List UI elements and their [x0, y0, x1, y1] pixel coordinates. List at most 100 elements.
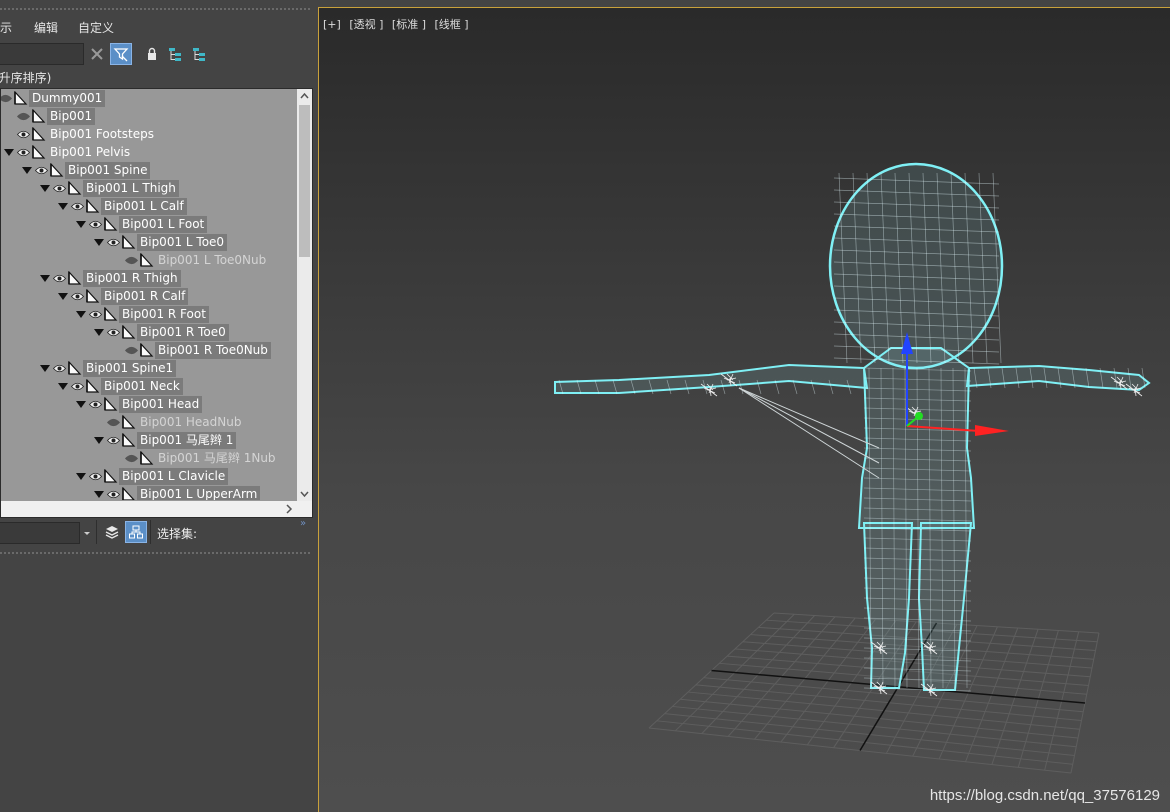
eye-icon[interactable] — [107, 435, 120, 446]
expand-toggle-icon[interactable] — [76, 401, 86, 408]
tree-node-label[interactable]: Bip001 L Toe0 — [137, 234, 228, 251]
vertical-scroll-thumb[interactable] — [299, 105, 310, 257]
lock-button[interactable] — [141, 43, 163, 65]
eye-icon[interactable] — [89, 471, 102, 482]
tree-row[interactable]: Bip001 Head — [1, 396, 297, 414]
filter-button[interactable] — [110, 43, 132, 65]
tree-row[interactable]: Bip001 HeadNub — [1, 414, 297, 432]
tree-node-label[interactable]: Bip001 马尾辫 1Nub — [155, 450, 279, 467]
horizontal-scrollbar[interactable] — [1, 501, 312, 517]
expand-toggle-icon[interactable] — [94, 437, 104, 444]
tree-row[interactable]: Dummy001 — [1, 90, 297, 108]
tree-node-label[interactable]: Bip001 L Calf — [101, 198, 187, 215]
expand-toggle-icon[interactable] — [40, 185, 50, 192]
tree-row[interactable]: Bip001 R Thigh — [1, 270, 297, 288]
expand-toggle-icon[interactable] — [94, 239, 104, 246]
tree-row[interactable]: Bip001 马尾辫 1 — [1, 432, 297, 450]
eye-hidden-icon[interactable] — [107, 417, 120, 428]
expand-toggle-icon[interactable] — [58, 293, 68, 300]
eye-icon[interactable] — [35, 165, 48, 176]
tree-row[interactable]: Bip001 Footsteps — [1, 126, 297, 144]
tree-node-label[interactable]: Bip001 L Clavicle — [119, 468, 229, 485]
gizmo-x-arrow[interactable] — [975, 425, 1009, 436]
eye-hidden-icon[interactable] — [1, 93, 12, 104]
tree-node-label[interactable]: Dummy001 — [29, 90, 106, 107]
tree-row[interactable]: Bip001 L Thigh — [1, 180, 297, 198]
eye-icon[interactable] — [53, 363, 66, 374]
expand-toggle-icon[interactable] — [22, 167, 32, 174]
tree-node-label[interactable]: Bip001 R Calf — [101, 288, 189, 305]
expand-toggle-icon[interactable] — [76, 221, 86, 228]
tree-node-label[interactable]: Bip001 Spine1 — [83, 360, 177, 377]
eye-icon[interactable] — [53, 273, 66, 284]
tree-node-label[interactable]: Bip001 Pelvis — [47, 144, 133, 161]
clear-search-button[interactable] — [86, 43, 108, 65]
tree-node-label[interactable]: Bip001 Neck — [101, 378, 183, 395]
tree-row[interactable]: Bip001 L UpperArm — [1, 486, 297, 500]
eye-icon[interactable] — [107, 489, 120, 500]
tree-row[interactable]: Bip001 R Foot — [1, 306, 297, 324]
tree-node-label[interactable]: Bip001 L Foot — [119, 216, 208, 233]
layers-button[interactable] — [101, 521, 123, 543]
eye-hidden-icon[interactable] — [125, 453, 138, 464]
expand-toggle-icon[interactable] — [40, 275, 50, 282]
tree-node-label[interactable]: Bip001 Footsteps — [47, 126, 157, 143]
menu-edit[interactable]: 编辑 — [34, 18, 58, 38]
tree-row[interactable]: Bip001 Spine — [1, 162, 297, 180]
sort-column-header[interactable]: (升序排序) — [0, 70, 57, 86]
eye-icon[interactable] — [53, 183, 66, 194]
menu-customize[interactable]: 自定义 — [78, 18, 114, 38]
eye-icon[interactable] — [17, 147, 30, 158]
tree-row[interactable]: Bip001 — [1, 108, 297, 126]
tree-row[interactable]: Bip001 Neck — [1, 378, 297, 396]
perspective-viewport[interactable]: [+] [透视 ] [标准 ] [线框 ] https://blog.csdn.… — [318, 7, 1170, 812]
tree-node-label[interactable]: Bip001 马尾辫 1 — [137, 432, 237, 449]
expand-toggle-icon[interactable] — [76, 311, 86, 318]
tree-node-label[interactable]: Bip001 L UpperArm — [137, 486, 261, 500]
tree-row[interactable]: Bip001 L Clavicle — [1, 468, 297, 486]
expand-toggle-icon[interactable] — [76, 473, 86, 480]
eye-hidden-icon[interactable] — [17, 111, 30, 122]
menu-display[interactable]: 显示 — [0, 18, 12, 38]
tree-row[interactable]: Bip001 R Toe0Nub — [1, 342, 297, 360]
tree-node-label[interactable]: Bip001 Spine — [65, 162, 151, 179]
tree-node-label[interactable]: Bip001 R Foot — [119, 306, 209, 323]
expand-toggle-icon[interactable] — [40, 365, 50, 372]
tree-row[interactable]: Bip001 Spine1 — [1, 360, 297, 378]
tree-node-label[interactable]: Bip001 R Thigh — [83, 270, 181, 287]
eye-hidden-icon[interactable] — [125, 345, 138, 356]
eye-icon[interactable] — [17, 129, 30, 140]
tree-node-label[interactable]: Bip001 L Thigh — [83, 180, 179, 197]
eye-icon[interactable] — [71, 201, 84, 212]
tree-node-label[interactable]: Bip001 L Toe0Nub — [155, 252, 269, 269]
vertical-scrollbar[interactable] — [297, 89, 312, 501]
expand-toggle-icon[interactable] — [58, 203, 68, 210]
eye-icon[interactable] — [89, 309, 102, 320]
hierarchy-expand-button[interactable] — [188, 43, 210, 65]
eye-icon[interactable] — [71, 381, 84, 392]
eye-icon[interactable] — [89, 219, 102, 230]
character-wireframe[interactable] — [554, 162, 1151, 697]
hierarchy-mode-button[interactable] — [125, 521, 147, 543]
eye-icon[interactable] — [89, 399, 102, 410]
expand-toggle-icon[interactable] — [4, 149, 14, 156]
expand-toggle-icon[interactable] — [94, 491, 104, 498]
tree-row[interactable]: Bip001 Pelvis — [1, 144, 297, 162]
eye-icon[interactable] — [71, 291, 84, 302]
tree-row[interactable]: Bip001 L Calf — [1, 198, 297, 216]
tree-node-label[interactable]: Bip001 Head — [119, 396, 203, 413]
tree-node-label[interactable]: Bip001 R Toe0Nub — [155, 342, 271, 359]
hierarchy-button[interactable] — [164, 43, 186, 65]
tree-row[interactable]: Bip001 R Calf — [1, 288, 297, 306]
eye-icon[interactable] — [107, 327, 120, 338]
expand-chevron-icon[interactable]: » — [300, 518, 306, 529]
tree-row[interactable]: Bip001 L Foot — [1, 216, 297, 234]
tree-row[interactable]: Bip001 L Toe0Nub — [1, 252, 297, 270]
expand-toggle-icon[interactable] — [58, 383, 68, 390]
tree-row[interactable]: Bip001 R Toe0 — [1, 324, 297, 342]
tree-node-label[interactable]: Bip001 — [47, 108, 96, 125]
eye-icon[interactable] — [107, 237, 120, 248]
tree-node-label[interactable]: Bip001 R Toe0 — [137, 324, 229, 341]
gizmo-y-handle[interactable] — [915, 412, 923, 420]
layer-dropdown[interactable] — [0, 522, 80, 544]
